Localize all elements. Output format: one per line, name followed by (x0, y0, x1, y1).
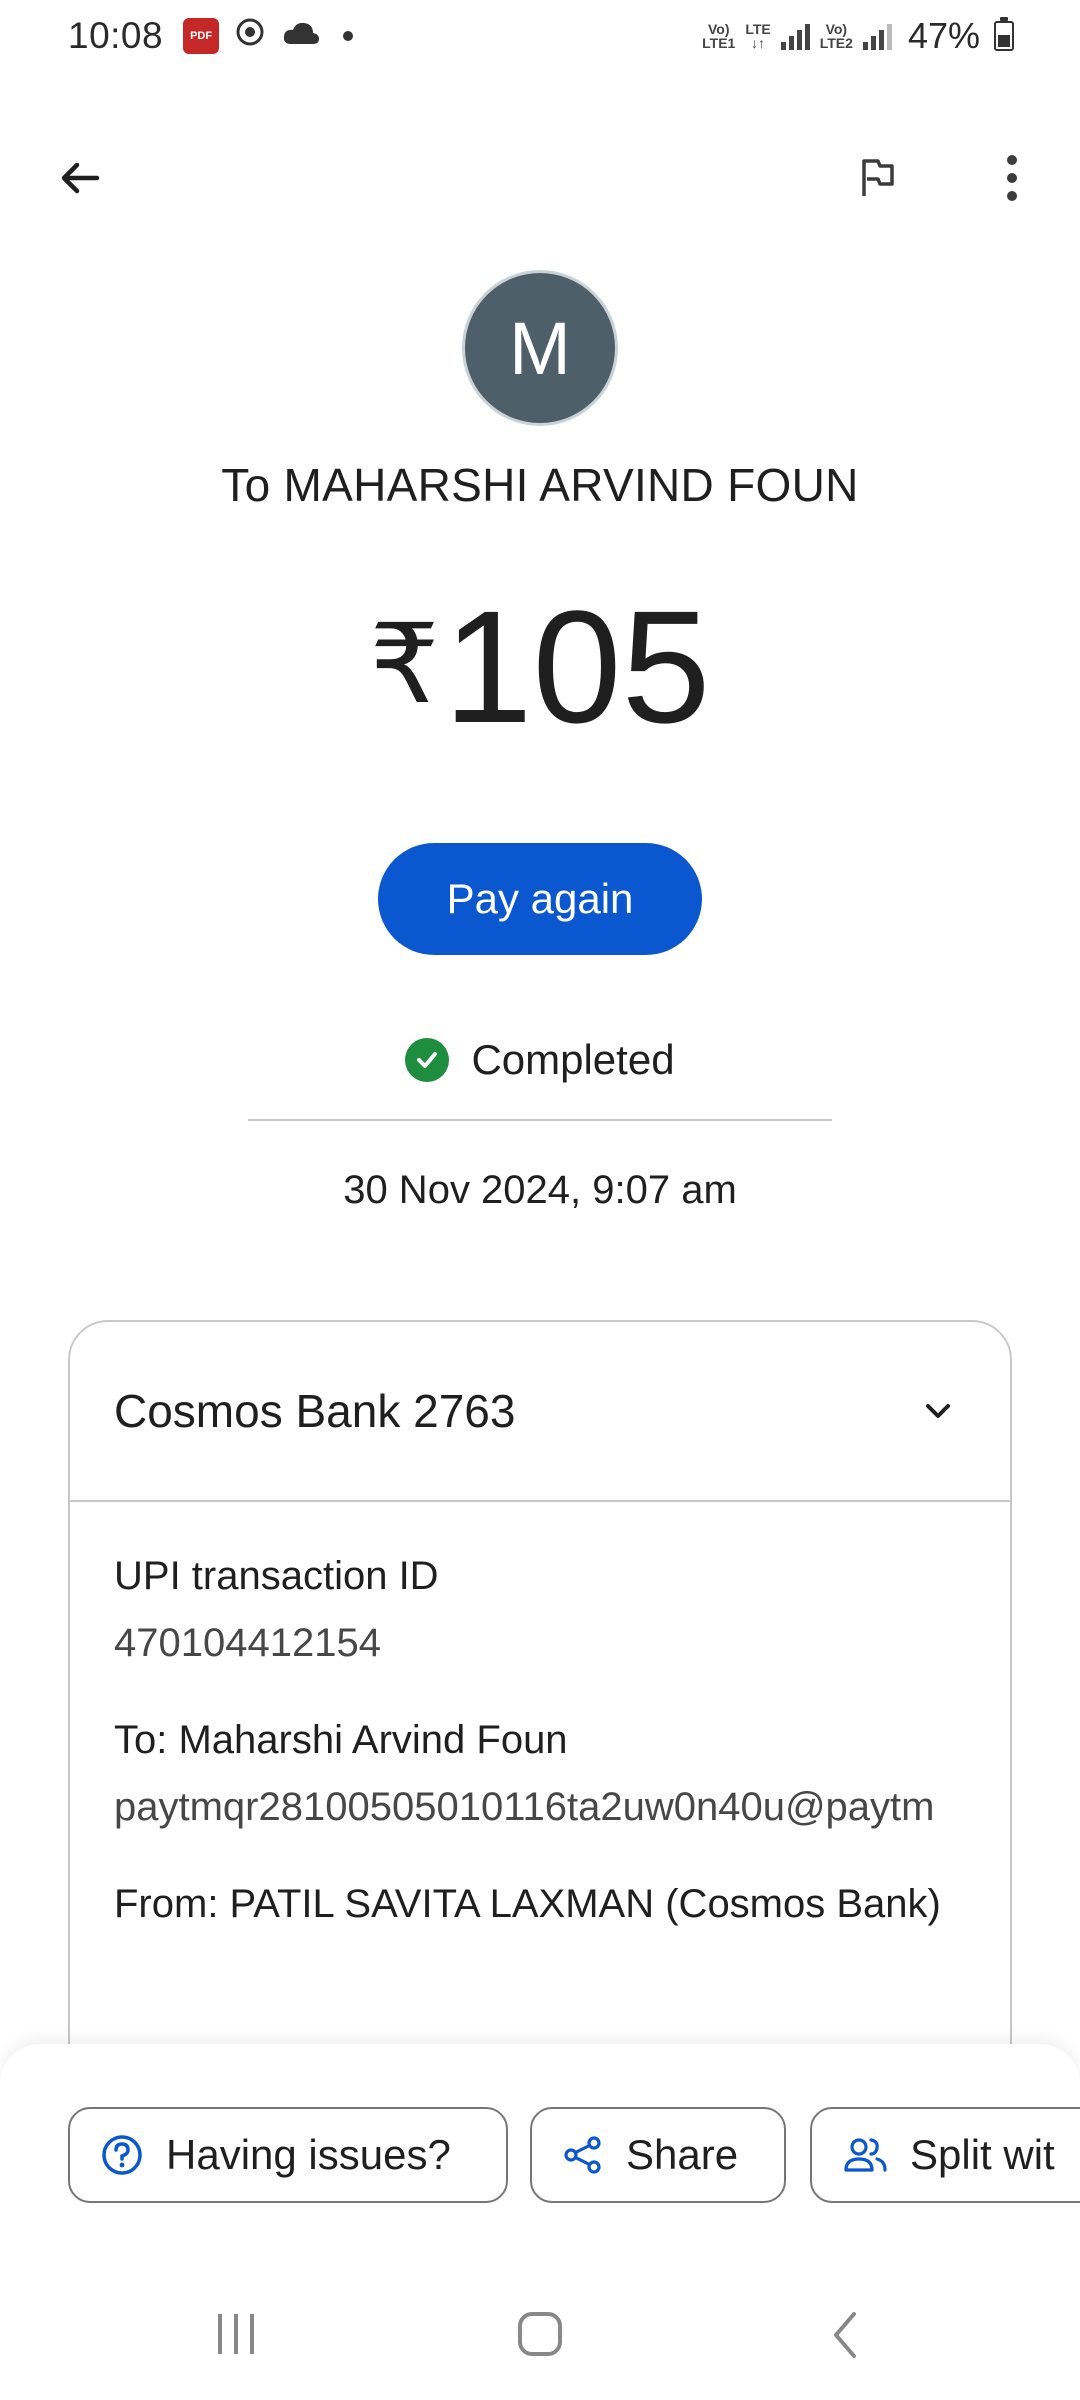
sync-notification-icon (233, 15, 267, 58)
volte-lte2-indicator: Vo) LTE2 (819, 21, 853, 51)
recent-apps-button[interactable] (218, 2314, 254, 2354)
status-label: Completed (471, 1036, 675, 1083)
clock: 10:08 (68, 15, 164, 56)
status-bar-right: Vo) LTE1 LTE ↓↑ Vo) LTE2 47% (702, 15, 1014, 57)
transaction-details-screen: 10:08 PDF Vo) LTE1 LTE ↓↑ Vo) LTE2 47% M… (0, 0, 1080, 2400)
currency-symbol: ₹ (369, 603, 440, 726)
system-navigation-bar (0, 2270, 1080, 2400)
split-with-button[interactable]: Split wit (810, 2107, 1080, 2203)
field-label: UPI transaction ID (114, 1554, 439, 1598)
lte-data-indicator: LTE ↓↑ (745, 21, 771, 51)
battery-icon (994, 17, 1014, 51)
more-options-button[interactable] (976, 142, 1048, 214)
bank-account-header[interactable]: Cosmos Bank 2763 (70, 1322, 1010, 1502)
status-bar: 10:08 PDF Vo) LTE1 LTE ↓↑ Vo) LTE2 47% (0, 0, 1080, 72)
field-label: To: Maharshi Arvind Foun (114, 1718, 568, 1762)
volte-lte1-indicator: Vo) LTE1 (702, 21, 736, 51)
payment-status: Completed (0, 1036, 1080, 1084)
amount-value: 105 (443, 577, 711, 756)
battery-percent: 47% (907, 15, 980, 56)
check-circle-icon (405, 1038, 450, 1082)
signal-strength-icon (780, 22, 810, 50)
having-issues-button[interactable]: Having issues? (68, 2107, 508, 2203)
flag-icon (862, 159, 894, 196)
home-button[interactable] (518, 2312, 562, 2356)
report-button[interactable] (842, 142, 914, 214)
divider (248, 1119, 832, 1121)
notification-dot (343, 31, 354, 41)
having-issues-label: Having issues? (166, 2131, 451, 2178)
people-icon (844, 2138, 887, 2172)
to-field: To: Maharshi Arvind Foun paytmqr28100505… (114, 1712, 966, 1838)
more-vert-icon (1007, 155, 1017, 201)
system-back-button[interactable] (830, 2310, 860, 2365)
avatar: M (462, 270, 618, 426)
cloud-icon (281, 15, 321, 57)
transaction-datetime: 30 Nov 2024, 9:07 am (343, 1168, 737, 1212)
payee-title: To MAHARSHI ARVIND FOUN (221, 459, 859, 511)
help-circle-icon (102, 2135, 142, 2175)
pdf-notification-icon: PDF (183, 18, 220, 54)
signal-strength-icon (862, 22, 892, 50)
chevron-down-icon[interactable] (910, 1383, 966, 1439)
upi-id-field: UPI transaction ID 470104412154 (114, 1548, 966, 1674)
back-button[interactable] (44, 142, 116, 214)
chevron-left-icon (834, 2312, 856, 2358)
field-value[interactable]: paytmqr28100505010116ta2uw0n40u@paytm (114, 1776, 966, 1838)
status-bar-left: 10:08 PDF (68, 15, 354, 58)
arrow-left-icon (61, 162, 100, 194)
amount: ₹105 (0, 585, 1080, 747)
card-body: UPI transaction ID 470104412154 To: Maha… (70, 1502, 1010, 1932)
field-label: From: PATIL SAVITA LAXMAN (Cosmos Bank) (114, 1882, 941, 1926)
bank-name: Cosmos Bank 2763 (114, 1385, 516, 1437)
share-button[interactable]: Share (530, 2107, 786, 2203)
top-app-bar (0, 120, 1080, 220)
split-with-label: Split wit (910, 2131, 1055, 2178)
share-icon (564, 2136, 601, 2174)
share-label: Share (626, 2131, 739, 2178)
pay-again-button[interactable]: Pay again (378, 843, 702, 955)
from-field: From: PATIL SAVITA LAXMAN (Cosmos Bank) (114, 1876, 966, 1932)
field-value[interactable]: 470104412154 (114, 1612, 966, 1674)
